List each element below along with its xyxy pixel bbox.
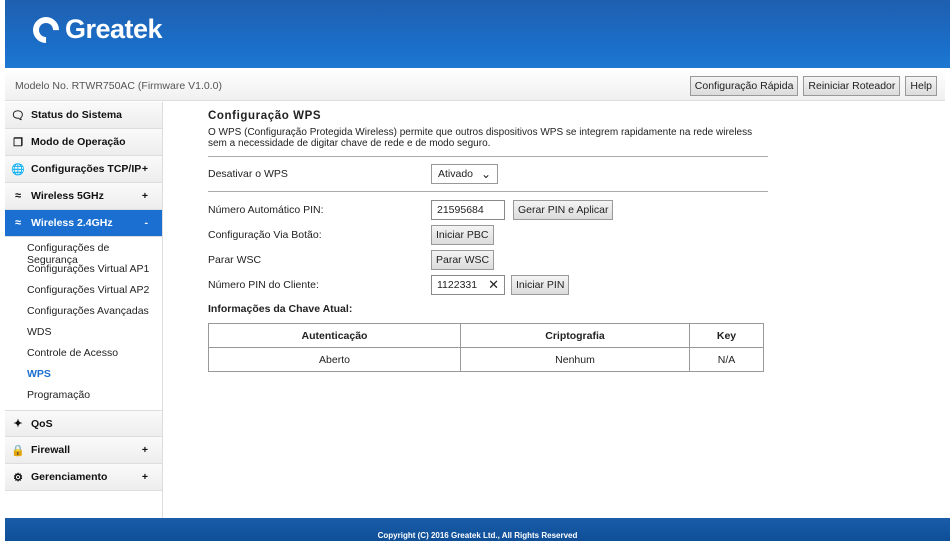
collapse-icon: - bbox=[144, 217, 149, 229]
expand-icon: + bbox=[141, 190, 148, 202]
main-content: Configuração WPS O WPS (Configuração Pro… bbox=[208, 110, 768, 372]
footer: Copyright (C) 2016 Greatek Ltd., All Rig… bbox=[5, 518, 950, 541]
start-pbc-button[interactable]: Iniciar PBC bbox=[431, 224, 494, 245]
subitem-advanced[interactable]: Configurações Avançadas bbox=[5, 301, 162, 322]
header: Greatek bbox=[5, 0, 950, 68]
expand-icon: + bbox=[141, 471, 148, 483]
subitem-virtual-ap2[interactable]: Configurações Virtual AP2 bbox=[5, 280, 162, 301]
chevron-down-icon: ⌄ bbox=[480, 167, 491, 181]
expand-icon: + bbox=[141, 163, 148, 175]
sidebar-item-wireless-5ghz[interactable]: ≈ Wireless 5GHz + bbox=[5, 183, 162, 210]
column-header: Autenticação bbox=[208, 323, 461, 348]
wifi-icon: ≈ bbox=[14, 217, 22, 229]
pbc-label: Configuração Via Botão: bbox=[208, 228, 322, 241]
restart-router-button[interactable]: Reiniciar Roteador bbox=[803, 76, 901, 96]
model-info: Modelo No. RTWR750AC (Firmware V1.0.0) bbox=[15, 80, 222, 92]
sidebar-item-wireless-24ghz[interactable]: ≈ Wireless 2.4GHz - bbox=[5, 210, 162, 237]
greatek-logo: Greatek bbox=[27, 11, 163, 48]
sidebar-item-firewall[interactable]: 🔒 Firewall + bbox=[5, 437, 162, 464]
column-header: Criptografia bbox=[460, 323, 690, 348]
sidebar-item-operation-mode[interactable]: ❐ Modo de Operação bbox=[5, 129, 162, 156]
sidebar-item-management[interactable]: ⚙ Gerenciamento + bbox=[5, 464, 162, 491]
wifi-icon: ≈ bbox=[14, 190, 22, 202]
windows-icon: ❐ bbox=[13, 136, 23, 149]
sidebar-item-tcpip[interactable]: 🌐 Configurações TCP/IP + bbox=[5, 156, 162, 183]
lock-icon: 🔒 bbox=[11, 444, 25, 457]
clear-icon[interactable]: ✕ bbox=[488, 277, 499, 293]
key-info-title: Informações da Chave Atual: bbox=[208, 303, 353, 315]
stop-wsc-label: Parar WSC bbox=[208, 253, 262, 266]
start-pin-button[interactable]: Iniciar PIN bbox=[511, 274, 570, 295]
subitem-access-control[interactable]: Controle de Acesso bbox=[5, 343, 162, 364]
sidebar: 🗨 Status do Sistema ❐ Modo de Operação 🌐 Co… bbox=[5, 102, 163, 518]
table-row: Aberto Nenhum N/A bbox=[208, 347, 764, 372]
chat-icon: 🗨 bbox=[11, 109, 25, 122]
disable-wps-select[interactable]: Ativado ⌄ bbox=[431, 164, 498, 184]
column-header: Key bbox=[689, 323, 764, 348]
stop-wsc-button[interactable]: Parar WSC bbox=[431, 249, 495, 270]
pin-label: Número Automático PIN: bbox=[208, 203, 324, 216]
subitem-virtual-ap1[interactable]: Configurações Virtual AP1 bbox=[5, 259, 162, 280]
subitem-wds[interactable]: WDS bbox=[5, 322, 162, 343]
subitem-security[interactable]: Configurações de Segurança bbox=[5, 238, 162, 266]
help-button[interactable]: Help bbox=[905, 76, 937, 96]
page-description: O WPS (Configuração Protegida Wireless) … bbox=[208, 127, 753, 149]
model-bar: Modelo No. RTWR750AC (Firmware V1.0.0) C… bbox=[5, 68, 945, 101]
key-info-table: Autenticação Criptografia Key Aberto Nen… bbox=[208, 323, 764, 372]
page-title: Configuração WPS bbox=[208, 110, 322, 122]
subitem-wps[interactable]: WPS bbox=[5, 364, 162, 385]
expand-icon: + bbox=[141, 444, 148, 456]
generate-pin-button[interactable]: Gerar PIN e Aplicar bbox=[513, 199, 614, 220]
arrows-icon: ✦ bbox=[13, 418, 23, 430]
divider bbox=[208, 191, 768, 192]
quick-setup-button[interactable]: Configuração Rápida bbox=[689, 76, 799, 96]
disable-wps-label: Desativar o WPS bbox=[208, 168, 288, 180]
sidebar-item-qos[interactable]: ✦ QoS bbox=[5, 410, 162, 437]
globe-icon: 🌐 bbox=[11, 163, 25, 176]
auto-pin-input[interactable]: 21595684 bbox=[431, 199, 505, 220]
subitem-schedule[interactable]: Programação bbox=[5, 385, 162, 406]
gear-icon: ⚙ bbox=[13, 471, 23, 484]
sidebar-item-status[interactable]: 🗨 Status do Sistema bbox=[5, 102, 162, 129]
client-pin-label: Número PIN do Cliente: bbox=[208, 278, 319, 291]
client-pin-input[interactable]: 1122331 ✕ bbox=[431, 274, 505, 295]
